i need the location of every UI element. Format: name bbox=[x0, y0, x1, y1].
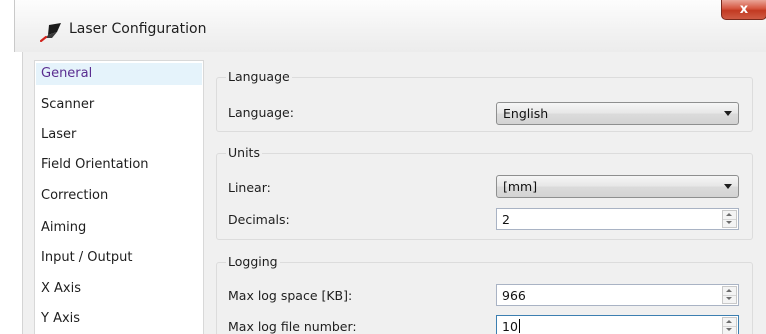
max-log-file-value-text: 10 bbox=[502, 319, 518, 334]
dropdown-arrow-icon bbox=[724, 111, 732, 116]
max-log-file-spinbox[interactable]: 10 bbox=[496, 315, 739, 334]
spin-down-icon[interactable] bbox=[723, 326, 736, 334]
units-group-title: Units bbox=[226, 145, 262, 160]
logging-group: Logging Max log space [KB]: 966 Max log … bbox=[216, 254, 753, 334]
max-log-space-value: 966 bbox=[502, 288, 526, 303]
decimals-spin-buttons bbox=[722, 210, 737, 228]
settings-nav-list[interactable]: General Scanner Laser Field Orientation … bbox=[34, 60, 204, 334]
max-log-space-spinbox[interactable]: 966 bbox=[496, 284, 739, 306]
nav-item-y-axis[interactable]: Y Axis bbox=[41, 308, 80, 330]
max-log-file-label: Max log file number: bbox=[228, 319, 357, 334]
max-log-space-spin-buttons bbox=[722, 286, 737, 304]
language-label: Language: bbox=[228, 105, 294, 120]
units-group: Units Linear: [mm] Decimals: 2 bbox=[216, 145, 753, 240]
close-button[interactable]: x bbox=[721, 0, 766, 20]
decimals-label: Decimals: bbox=[228, 212, 290, 227]
window-title: Laser Configuration bbox=[69, 21, 207, 37]
nav-item-laser[interactable]: Laser bbox=[41, 124, 76, 146]
nav-item-general[interactable]: General bbox=[36, 63, 202, 85]
decimals-spinbox[interactable]: 2 bbox=[496, 208, 739, 230]
nav-item-scanner[interactable]: Scanner bbox=[41, 94, 94, 116]
laser-configuration-window: Laser Configuration x General Scanner La… bbox=[0, 0, 766, 334]
max-log-space-label: Max log space [KB]: bbox=[228, 288, 353, 303]
dialog-body: General Scanner Laser Field Orientation … bbox=[22, 52, 766, 334]
text-cursor bbox=[518, 319, 520, 333]
spin-down-icon[interactable] bbox=[723, 295, 736, 303]
max-log-file-spin-buttons bbox=[722, 317, 737, 334]
language-select-value: English bbox=[503, 106, 549, 121]
decimals-value: 2 bbox=[502, 212, 510, 227]
spin-down-icon[interactable] bbox=[723, 219, 736, 227]
dropdown-arrow-icon bbox=[724, 184, 732, 189]
nav-item-correction[interactable]: Correction bbox=[41, 185, 108, 207]
language-group: Language Language: English bbox=[216, 69, 753, 132]
laser-pen-icon bbox=[40, 23, 61, 42]
nav-item-field-orientation[interactable]: Field Orientation bbox=[41, 154, 149, 176]
linear-units-select[interactable]: [mm] bbox=[496, 175, 739, 198]
nav-item-x-axis[interactable]: X Axis bbox=[41, 278, 81, 300]
nav-item-aiming[interactable]: Aiming bbox=[41, 217, 86, 239]
linear-label: Linear: bbox=[228, 180, 271, 195]
max-log-file-value: 10 bbox=[502, 319, 520, 334]
title-bar[interactable]: Laser Configuration x bbox=[14, 0, 766, 52]
language-select[interactable]: English bbox=[496, 102, 739, 125]
linear-units-value: [mm] bbox=[503, 179, 538, 194]
logging-group-title: Logging bbox=[226, 254, 280, 269]
nav-item-input-output[interactable]: Input / Output bbox=[41, 247, 132, 269]
language-group-title: Language bbox=[226, 69, 292, 84]
